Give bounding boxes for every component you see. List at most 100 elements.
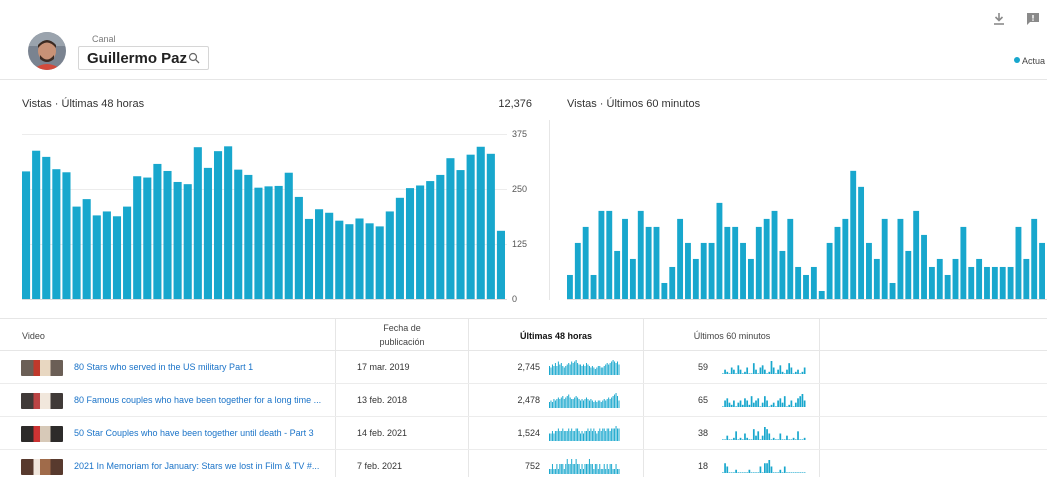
bar-60m[interactable] (716, 202, 723, 299)
bar-48h[interactable] (42, 156, 51, 299)
bar-60m[interactable] (567, 274, 573, 299)
bar-48h[interactable] (446, 158, 455, 299)
bar-60m[interactable] (850, 170, 857, 299)
bar-48h[interactable] (365, 223, 374, 299)
bar-60m[interactable] (700, 242, 707, 299)
bar-60m[interactable] (795, 266, 802, 299)
bar-60m[interactable] (771, 210, 778, 299)
bar-60m[interactable] (1039, 242, 1045, 299)
bar-60m[interactable] (842, 218, 849, 299)
bar-60m[interactable] (866, 242, 872, 299)
bar-48h[interactable] (22, 171, 31, 299)
bar-48h[interactable] (92, 215, 101, 299)
bar-48h[interactable] (153, 163, 162, 299)
video-thumbnail[interactable] (21, 459, 63, 475)
table-row[interactable]: 80 Famous couples who have been together… (0, 384, 1047, 417)
bar-60m[interactable] (598, 210, 605, 299)
bar-60m[interactable] (661, 282, 668, 299)
bar-60m[interactable] (755, 226, 762, 299)
bar-60m[interactable] (692, 258, 699, 299)
bar-60m[interactable] (622, 218, 628, 299)
bar-60m[interactable] (582, 226, 589, 299)
bar-60m[interactable] (905, 250, 912, 299)
bar-48h[interactable] (143, 177, 152, 299)
bar-60m[interactable] (826, 242, 833, 299)
column-header-published-line2[interactable]: publicación (336, 337, 468, 347)
table-row[interactable]: 80 Stars who served in the US military P… (0, 351, 1047, 384)
bar-60m[interactable] (669, 266, 676, 299)
bar-60m[interactable] (944, 274, 951, 299)
bar-48h[interactable] (163, 170, 172, 299)
bar-60m[interactable] (936, 258, 943, 299)
video-thumbnail[interactable] (21, 360, 63, 376)
feedback-icon[interactable] (1026, 12, 1040, 26)
bar-60m[interactable] (740, 242, 746, 299)
bar-60m[interactable] (724, 226, 731, 299)
bar-60m[interactable] (897, 218, 904, 299)
bar-60m[interactable] (685, 242, 691, 299)
bar-60m[interactable] (1023, 258, 1030, 299)
video-title-link[interactable]: 80 Famous couples who have been together… (74, 395, 330, 405)
bar-60m[interactable] (834, 226, 841, 299)
avatar[interactable] (28, 32, 66, 70)
bar-48h[interactable] (264, 186, 273, 299)
bar-48h[interactable] (385, 211, 394, 299)
bar-60m[interactable] (810, 266, 817, 299)
bar-48h[interactable] (62, 172, 71, 299)
bar-60m[interactable] (960, 226, 967, 299)
bar-60m[interactable] (574, 242, 581, 299)
video-thumbnail[interactable] (21, 393, 63, 409)
bar-60m[interactable] (637, 210, 644, 299)
bar-60m[interactable] (747, 258, 754, 299)
bar-60m[interactable] (732, 226, 739, 299)
bar-48h[interactable] (405, 188, 415, 299)
bar-48h[interactable] (254, 187, 263, 299)
bar-48h[interactable] (173, 181, 182, 299)
column-header-video[interactable]: Video (22, 331, 45, 341)
download-icon[interactable] (992, 12, 1006, 26)
bar-60m[interactable] (913, 210, 920, 299)
bar-48h[interactable] (375, 226, 384, 299)
bar-48h[interactable] (213, 151, 223, 299)
bar-48h[interactable] (395, 197, 404, 299)
bar-48h[interactable] (234, 169, 243, 299)
bar-48h[interactable] (133, 176, 142, 299)
channel-selector[interactable]: Guillermo Paz (78, 46, 209, 70)
bar-48h[interactable] (496, 230, 505, 299)
bar-60m[interactable] (976, 258, 983, 299)
bar-60m[interactable] (984, 266, 990, 299)
bar-48h[interactable] (274, 185, 283, 299)
bar-60m[interactable] (1031, 218, 1038, 299)
bar-48h[interactable] (486, 153, 495, 299)
bar-60m[interactable] (708, 242, 715, 299)
video-title-link[interactable]: 50 Star Couples who have been together u… (74, 428, 330, 438)
bar-48h[interactable] (315, 209, 324, 299)
video-thumbnail[interactable] (21, 426, 63, 442)
bar-48h[interactable] (335, 220, 344, 299)
bar-60m[interactable] (653, 226, 660, 299)
bar-60m[interactable] (928, 266, 935, 299)
bar-48h[interactable] (325, 212, 334, 299)
bar-60m[interactable] (921, 234, 927, 299)
bar-60m[interactable] (881, 218, 888, 299)
bar-60m[interactable] (763, 218, 770, 299)
bar-60m[interactable] (1007, 266, 1014, 299)
bar-48h[interactable] (456, 170, 465, 299)
bar-48h[interactable] (72, 206, 81, 299)
bar-48h[interactable] (466, 154, 475, 299)
search-icon[interactable] (188, 52, 200, 64)
column-header-published[interactable]: Fecha de (336, 323, 468, 333)
bar-60m[interactable] (606, 210, 613, 299)
bar-48h[interactable] (112, 216, 122, 299)
bar-48h[interactable] (32, 150, 41, 299)
video-title-link[interactable]: 2021 In Memoriam for January: Stars we l… (74, 461, 330, 471)
bar-48h[interactable] (244, 174, 253, 299)
table-row[interactable]: 2021 In Memoriam for January: Stars we l… (0, 450, 1047, 477)
bar-60m[interactable] (787, 218, 794, 299)
bar-60m[interactable] (889, 282, 896, 299)
bar-60m[interactable] (779, 250, 786, 299)
bar-48h[interactable] (102, 211, 111, 299)
bar-48h[interactable] (123, 206, 132, 299)
column-header-last-60m[interactable]: Últimos 60 minutos (644, 331, 820, 341)
bar-48h[interactable] (426, 181, 435, 299)
